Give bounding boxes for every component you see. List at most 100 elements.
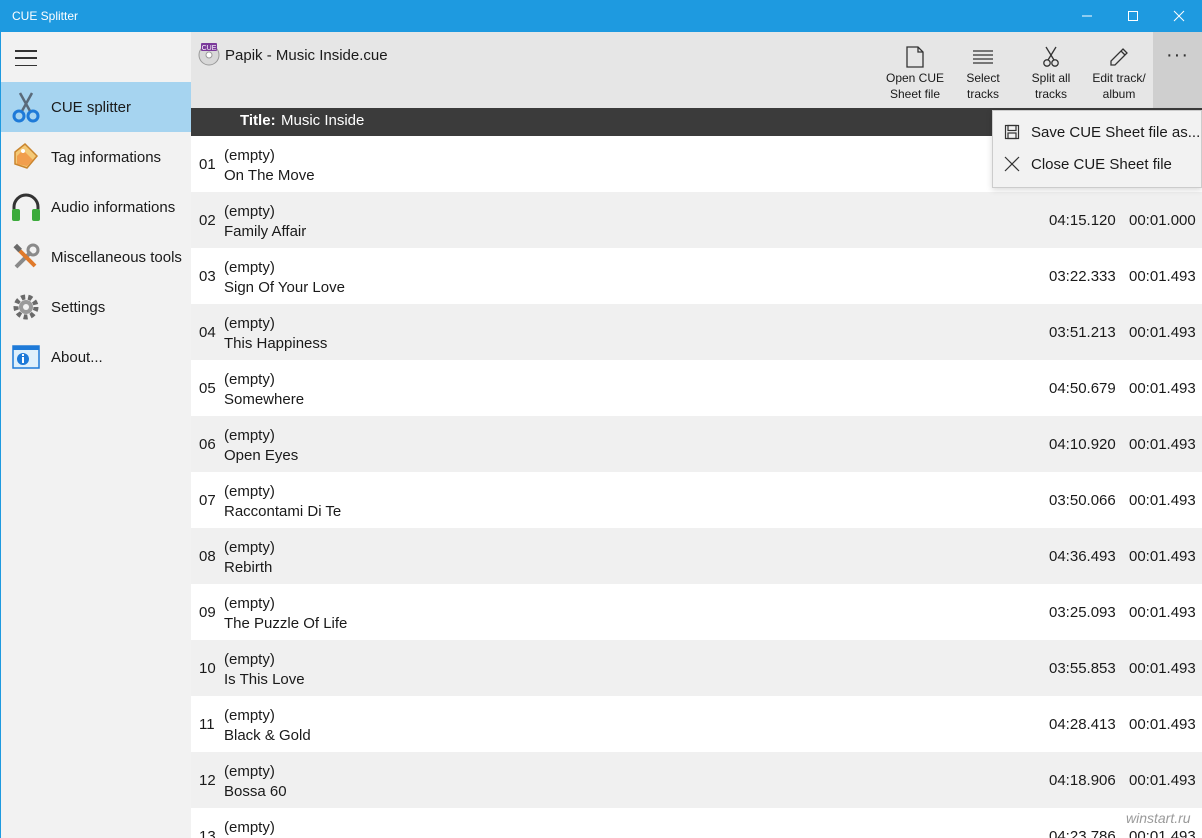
track-artist: (empty) bbox=[224, 763, 275, 780]
open-cue-sheet-button[interactable]: Open CUE Sheet file bbox=[880, 32, 950, 108]
split-all-tracks-label: Split all tracks bbox=[1031, 71, 1071, 101]
track-artist: (empty) bbox=[224, 539, 275, 556]
gear-icon bbox=[1, 282, 51, 332]
header-toolbar: CUE Papik - Music Inside.cue Open CUE She… bbox=[191, 32, 1202, 108]
track-number: 08 bbox=[199, 548, 216, 565]
track-gap: 00:01.493 bbox=[1129, 324, 1196, 341]
track-row[interactable]: 13 (empty) 04:23.786 00:01.493 bbox=[191, 808, 1202, 838]
track-row[interactable]: 10 (empty) Is This Love 03:55.853 00:01.… bbox=[191, 640, 1202, 696]
track-row[interactable]: 03 (empty) Sign Of Your Love 03:22.333 0… bbox=[191, 248, 1202, 304]
track-row[interactable]: 05 (empty) Somewhere 04:50.679 00:01.493 bbox=[191, 360, 1202, 416]
select-tracks-button[interactable]: Select tracks bbox=[948, 32, 1018, 108]
save-icon bbox=[993, 124, 1031, 140]
track-duration: 04:15.120 bbox=[1049, 212, 1116, 229]
sidebar-item-label: Audio informations bbox=[51, 198, 176, 216]
edit-track-album-button[interactable]: Edit track/album bbox=[1084, 32, 1154, 108]
track-artist: (empty) bbox=[224, 315, 275, 332]
sidebar-item-settings[interactable]: Settings bbox=[1, 282, 192, 332]
close-cue-sheet-menu-item[interactable]: Close CUE Sheet file bbox=[993, 148, 1201, 180]
track-title: Is This Love bbox=[224, 671, 305, 688]
track-duration: 03:55.853 bbox=[1049, 660, 1116, 677]
track-number: 10 bbox=[199, 660, 216, 677]
menu-item-label: Save CUE Sheet file as... bbox=[1031, 123, 1201, 141]
maximize-button[interactable] bbox=[1110, 0, 1156, 32]
sidebar-item-label: About... bbox=[51, 348, 103, 366]
track-title: Somewhere bbox=[224, 391, 305, 408]
split-all-tracks-button[interactable]: Split all tracks bbox=[1016, 32, 1086, 108]
track-title: The Puzzle Of Life bbox=[224, 615, 348, 632]
scissors-icon bbox=[1043, 44, 1059, 70]
track-gap: 00:01.493 bbox=[1129, 716, 1196, 733]
headphones-icon bbox=[1, 182, 51, 232]
track-duration: 03:25.093 bbox=[1049, 604, 1116, 621]
open-cue-sheet-label: Open CUE Sheet file bbox=[885, 71, 945, 101]
sidebar-item-miscellaneous-tools[interactable]: Miscellaneous tools bbox=[1, 232, 192, 282]
hamburger-menu-button[interactable] bbox=[15, 50, 37, 66]
track-title: Bossa 60 bbox=[224, 783, 287, 800]
track-gap: 00:01.493 bbox=[1129, 492, 1196, 509]
track-number: 03 bbox=[199, 268, 216, 285]
track-title: Black & Gold bbox=[224, 727, 311, 744]
sidebar-item-cue-splitter[interactable]: CUE splitter bbox=[1, 82, 192, 132]
track-title: This Happiness bbox=[224, 335, 328, 352]
track-row[interactable]: 09 (empty) The Puzzle Of Life 03:25.093 … bbox=[191, 584, 1202, 640]
track-number: 04 bbox=[199, 324, 216, 341]
track-duration: 03:22.333 bbox=[1049, 268, 1116, 285]
album-title-value: Music Inside bbox=[281, 112, 365, 129]
track-artist: (empty) bbox=[224, 427, 275, 444]
track-duration: 04:50.679 bbox=[1049, 380, 1116, 397]
sidebar-item-label: Tag informations bbox=[51, 148, 162, 166]
track-duration: 04:23.786 bbox=[1049, 828, 1116, 838]
select-tracks-label: Select tracks bbox=[966, 71, 1000, 101]
minimize-icon bbox=[1082, 15, 1092, 17]
sidebar-item-about[interactable]: About... bbox=[1, 332, 192, 382]
track-artist: (empty) bbox=[224, 147, 275, 164]
track-row[interactable]: 04 (empty) This Happiness 03:51.213 00:0… bbox=[191, 304, 1202, 360]
track-title: Family Affair bbox=[224, 223, 307, 240]
track-row[interactable]: 02 (empty) Family Affair 04:15.120 00:01… bbox=[191, 192, 1202, 248]
track-number: 01 bbox=[199, 156, 216, 173]
sidebar-item-tag-informations[interactable]: Tag informations bbox=[1, 132, 192, 182]
track-title: Raccontami Di Te bbox=[224, 503, 342, 520]
close-window-button[interactable] bbox=[1156, 0, 1202, 32]
sidebar-item-label: CUE splitter bbox=[51, 98, 132, 116]
track-title: On The Move bbox=[224, 167, 315, 184]
track-number: 09 bbox=[199, 604, 216, 621]
close-icon bbox=[1173, 10, 1185, 22]
track-artist: (empty) bbox=[224, 651, 275, 668]
track-duration: 04:18.906 bbox=[1049, 772, 1116, 789]
title-bar: CUE Splitter bbox=[0, 0, 1202, 32]
window-title: CUE Splitter bbox=[12, 9, 79, 23]
track-row[interactable]: 11 (empty) Black & Gold 04:28.413 00:01.… bbox=[191, 696, 1202, 752]
track-artist: (empty) bbox=[224, 707, 275, 724]
track-duration: 03:51.213 bbox=[1049, 324, 1116, 341]
svg-text:CUE: CUE bbox=[202, 45, 217, 52]
track-gap: 00:01.493 bbox=[1129, 436, 1196, 453]
track-duration: 03:50.066 bbox=[1049, 492, 1116, 509]
track-row[interactable]: 08 (empty) Rebirth 04:36.493 00:01.493 bbox=[191, 528, 1202, 584]
minimize-button[interactable] bbox=[1064, 0, 1110, 32]
track-artist: (empty) bbox=[224, 819, 275, 836]
track-row[interactable]: 07 (empty) Raccontami Di Te 03:50.066 00… bbox=[191, 472, 1202, 528]
track-row[interactable]: 12 (empty) Bossa 60 04:18.906 00:01.493 bbox=[191, 752, 1202, 808]
track-number: 05 bbox=[199, 380, 216, 397]
track-gap: 00:01.493 bbox=[1129, 268, 1196, 285]
track-gap: 00:01.493 bbox=[1129, 772, 1196, 789]
track-gap: 00:01.493 bbox=[1129, 548, 1196, 565]
track-row[interactable]: 06 (empty) Open Eyes 04:10.920 00:01.493 bbox=[191, 416, 1202, 472]
more-options-button[interactable]: ··· bbox=[1153, 32, 1202, 108]
file-name: Papik - Music Inside.cue bbox=[225, 47, 388, 64]
track-duration: 04:10.920 bbox=[1049, 436, 1116, 453]
track-duration: 04:28.413 bbox=[1049, 716, 1116, 733]
track-artist: (empty) bbox=[224, 203, 275, 220]
sidebar-item-audio-informations[interactable]: Audio informations bbox=[1, 182, 192, 232]
maximize-icon bbox=[1128, 11, 1138, 21]
track-artist: (empty) bbox=[224, 259, 275, 276]
list-icon bbox=[972, 44, 994, 70]
track-number: 12 bbox=[199, 772, 216, 789]
track-artist: (empty) bbox=[224, 483, 275, 500]
track-gap: 00:01.000 bbox=[1129, 212, 1196, 229]
save-cue-sheet-as-menu-item[interactable]: Save CUE Sheet file as... bbox=[993, 116, 1201, 148]
track-number: 06 bbox=[199, 436, 216, 453]
track-gap: 00:01.493 bbox=[1129, 828, 1196, 838]
